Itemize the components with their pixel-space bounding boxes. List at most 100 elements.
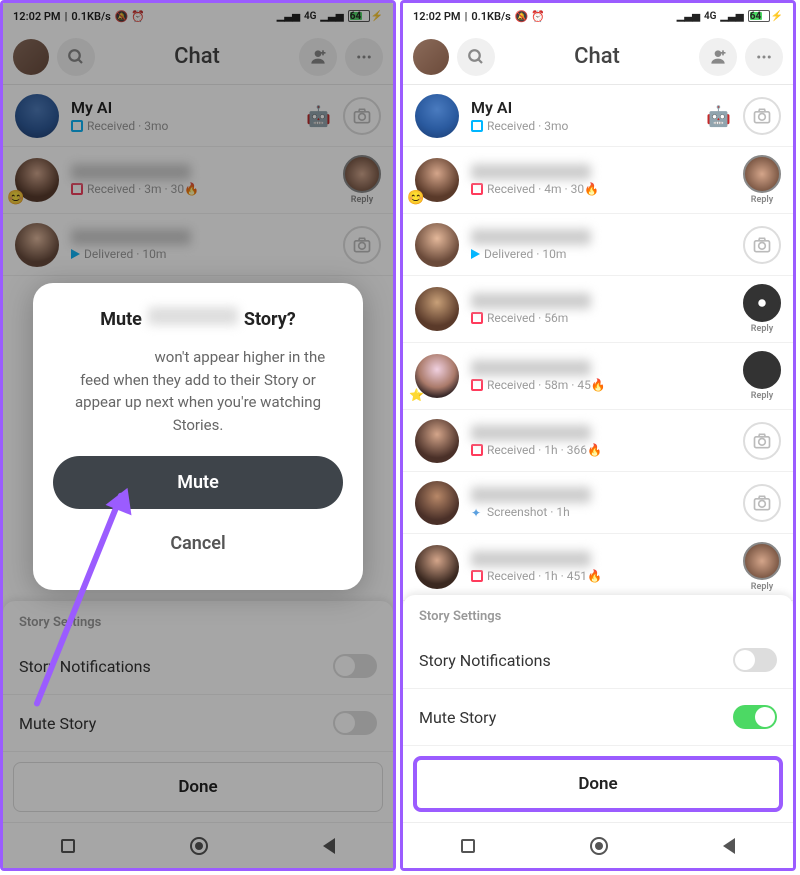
profile-avatar[interactable] (13, 39, 49, 75)
page-title: Chat (574, 44, 620, 69)
android-nav (3, 822, 393, 868)
list-item[interactable]: ✦Screenshot · 1h (403, 472, 793, 534)
delivered-icon (71, 249, 80, 259)
mute-story-toggle[interactable] (333, 711, 377, 735)
avatar (415, 545, 459, 589)
battery-icon: 64⚡ (748, 10, 783, 22)
add-friend-button[interactable] (299, 38, 337, 76)
search-button[interactable] (457, 38, 495, 76)
app-header: Chat (3, 29, 393, 85)
bot-icon: 🤖 (306, 104, 331, 128)
profile-avatar[interactable] (413, 39, 449, 75)
camera-button[interactable] (743, 484, 781, 522)
camera-button[interactable] (343, 97, 381, 135)
status-time: 12:02 PM (13, 10, 61, 23)
done-button[interactable]: Done (13, 762, 383, 812)
story-button[interactable] (743, 542, 781, 580)
add-friend-button[interactable] (699, 38, 737, 76)
received-icon (71, 183, 83, 195)
recent-apps-button[interactable] (461, 839, 475, 853)
status-icons: 🔕 ⏰ (515, 10, 545, 23)
received-icon (471, 444, 483, 456)
received-icon (471, 570, 483, 582)
status-net: 0.1KB/s (71, 10, 111, 23)
status-sig2: ▁▃▅ (720, 11, 743, 22)
story-notifications-row[interactable]: Story Notifications (403, 632, 793, 689)
screenshot-icon: ✦ (471, 506, 483, 518)
story-button[interactable] (743, 155, 781, 193)
avatar (415, 354, 459, 398)
page-title: Chat (174, 44, 220, 69)
story-notifications-toggle[interactable] (733, 648, 777, 672)
list-item[interactable]: Received · 1h · 451🔥 Reply (403, 534, 793, 601)
mute-confirm-modal: Mute Story? won't appear higher in the f… (33, 283, 363, 590)
story-settings-sheet: Story Settings Story Notifications Mute … (403, 595, 793, 822)
avatar (415, 223, 459, 267)
delivered-icon (471, 249, 480, 259)
modal-body: won't appear higher in the feed when the… (53, 346, 343, 436)
story-notifications-row[interactable]: Story Notifications (3, 638, 393, 695)
avatar (415, 481, 459, 525)
status-net: 0.1KB/s (471, 10, 511, 23)
story-button[interactable] (743, 351, 781, 389)
story-button[interactable] (743, 284, 781, 322)
avatar (15, 158, 59, 202)
sheet-title: Story Settings (403, 595, 793, 632)
received-icon (71, 120, 83, 132)
camera-button[interactable] (343, 226, 381, 264)
list-item[interactable]: Received · 4m · 30🔥 Reply (403, 147, 793, 214)
list-item[interactable]: My AI Received · 3mo 🤖 (403, 85, 793, 147)
phone-right: 12:02 PM | 0.1KB/s 🔕 ⏰ ▁▃▅ 4G ▁▃▅ 64⚡ Ch… (400, 0, 796, 871)
status-bar: 12:02 PM | 0.1KB/s 🔕 ⏰ ▁▃▅ 4G ▁▃▅ 64⚡ (3, 3, 393, 29)
phone-left: 12:02 PM | 0.1KB/s 🔕 ⏰ ▁▃▅ 4G ▁▃▅ 64⚡ Ch… (0, 0, 396, 871)
done-button[interactable]: Done (413, 756, 783, 812)
camera-button[interactable] (743, 97, 781, 135)
status-time: 12:02 PM (413, 10, 461, 23)
battery-icon: 64⚡ (348, 10, 383, 22)
list-item[interactable]: Received · 3m · 30🔥 Reply (3, 147, 393, 214)
android-nav (403, 822, 793, 868)
received-icon (471, 120, 483, 132)
more-button[interactable] (345, 38, 383, 76)
mute-button[interactable]: Mute (53, 456, 343, 509)
recent-apps-button[interactable] (61, 839, 75, 853)
mute-story-row[interactable]: Mute Story (403, 689, 793, 746)
status-sig: ▁▃▅ (277, 11, 300, 22)
list-item[interactable]: Delivered · 10m (403, 214, 793, 276)
more-button[interactable] (745, 38, 783, 76)
camera-button[interactable] (743, 226, 781, 264)
bot-icon: 🤖 (706, 104, 731, 128)
list-item[interactable]: Delivered · 10m (3, 214, 393, 276)
home-button[interactable] (190, 837, 208, 855)
back-button[interactable] (323, 838, 335, 854)
sheet-title: Story Settings (3, 601, 393, 638)
list-item[interactable]: Received · 58m · 45🔥 Reply (403, 343, 793, 410)
avatar (15, 94, 59, 138)
story-notifications-toggle[interactable] (333, 654, 377, 678)
camera-button[interactable] (743, 422, 781, 460)
story-settings-sheet: Story Settings Story Notifications Mute … (3, 601, 393, 822)
mute-story-row[interactable]: Mute Story (3, 695, 393, 752)
search-button[interactable] (57, 38, 95, 76)
status-sig: ▁▃▅ (677, 11, 700, 22)
avatar (415, 158, 459, 202)
list-item[interactable]: Received · 1h · 366🔥 (403, 410, 793, 472)
avatar (415, 94, 459, 138)
status-sig2: ▁▃▅ (320, 11, 343, 22)
avatar (15, 223, 59, 267)
status-bar: 12:02 PM | 0.1KB/s 🔕 ⏰ ▁▃▅ 4G ▁▃▅ 64⚡ (403, 3, 793, 29)
story-button[interactable] (343, 155, 381, 193)
received-icon (471, 312, 483, 324)
received-icon (471, 379, 483, 391)
cancel-button[interactable]: Cancel (53, 521, 343, 566)
home-button[interactable] (590, 837, 608, 855)
app-header: Chat (403, 29, 793, 85)
avatar (415, 287, 459, 331)
status-icons: 🔕 ⏰ (115, 10, 145, 23)
back-button[interactable] (723, 838, 735, 854)
list-item[interactable]: Received · 56m Reply (403, 276, 793, 343)
avatar (415, 419, 459, 463)
received-icon (471, 183, 483, 195)
mute-story-toggle[interactable] (733, 705, 777, 729)
list-item[interactable]: My AI Received · 3mo 🤖 (3, 85, 393, 147)
